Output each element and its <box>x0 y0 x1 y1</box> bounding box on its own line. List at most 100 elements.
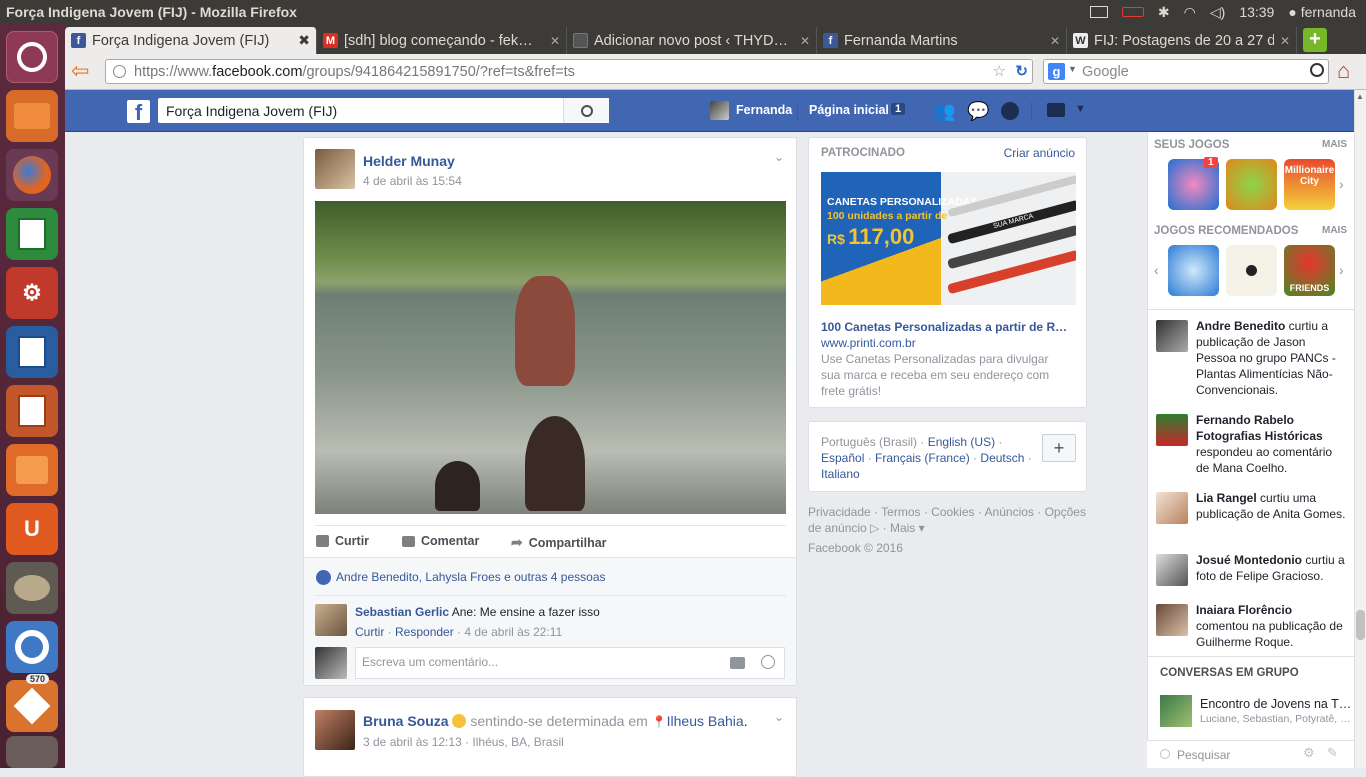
firefox-icon[interactable] <box>6 149 58 201</box>
ad-image[interactable]: CANETAS PERSONALIZADAS 100 unidades a pa… <box>821 172 1076 305</box>
calc-icon[interactable] <box>6 208 58 260</box>
my-games-more[interactable]: MAIS <box>1322 139 1347 150</box>
clock-game-icon[interactable] <box>1226 245 1277 296</box>
ad-title[interactable]: 100 Canetas Personalizadas a partir de R… <box>821 320 1067 334</box>
ad-site[interactable]: www.printi.com.br <box>821 336 916 350</box>
green-monster-game-icon[interactable] <box>1226 159 1277 210</box>
games-next-chevron-right-icon[interactable]: › <box>1339 262 1344 278</box>
search-icon[interactable] <box>1310 63 1324 77</box>
post-options-chevron-down-icon[interactable]: ⌄ <box>774 150 784 164</box>
share-button[interactable]: ➦ Compartilhar <box>511 534 607 551</box>
close-tab-icon[interactable]: ✖ <box>298 32 310 49</box>
group-chat-item[interactable]: Encontro de Jovens na T… Luciane, Sebast… <box>1160 695 1351 727</box>
friend-requests-icon[interactable]: 👥 <box>933 101 957 121</box>
software-center-icon[interactable] <box>6 444 58 496</box>
activity-item[interactable]: Josué Montedonio curtiu a foto de Felipe… <box>1156 552 1346 586</box>
wifi-icon[interactable]: ◠ <box>1184 4 1196 21</box>
create-ad-link[interactable]: Criar anúncio <box>1004 146 1075 160</box>
volume-icon[interactable]: ◁) <box>1210 4 1225 21</box>
gimp-icon[interactable] <box>6 562 58 614</box>
footer-more[interactable]: Mais <box>890 521 915 535</box>
post-location[interactable]: Ilheus Bahia <box>667 713 744 729</box>
user-menu[interactable]: ● fernanda <box>1288 4 1356 20</box>
close-tab-icon[interactable]: ✕ <box>1280 34 1290 48</box>
chromium-icon[interactable] <box>6 621 58 673</box>
facebook-logo-icon[interactable]: f <box>127 100 150 123</box>
facebook-search-input[interactable]: Força Indigena Jovem (FIJ) <box>158 98 609 123</box>
author-avatar[interactable] <box>315 710 355 750</box>
battery-icon[interactable] <box>1121 7 1144 17</box>
commenter-avatar[interactable] <box>315 604 347 636</box>
home-link[interactable]: Página inicial <box>809 103 889 117</box>
messages-icon[interactable]: 💬 <box>967 101 991 121</box>
bluetooth-icon[interactable]: ✱ <box>1158 4 1170 21</box>
writer-icon[interactable] <box>6 326 58 378</box>
ubuntu-one-icon[interactable]: U <box>6 503 58 555</box>
mail-icon[interactable] <box>1089 6 1108 18</box>
camera-icon[interactable] <box>730 657 745 669</box>
update-manager-icon[interactable] <box>6 680 58 732</box>
comment-input[interactable]: Escreva um comentário... <box>355 647 785 679</box>
comment-button[interactable]: Comentar <box>402 534 479 548</box>
activity-item[interactable]: Lia Rangel curtiu uma publicação de Anit… <box>1156 490 1346 524</box>
new-tab-button[interactable]: + <box>1303 28 1327 52</box>
settings-icon[interactable]: ⚙ <box>6 267 58 319</box>
post-photo[interactable] <box>315 201 786 514</box>
privacy-shortcuts-icon[interactable] <box>1047 103 1065 117</box>
facebook-search-button[interactable] <box>563 98 609 123</box>
close-tab-icon[interactable]: ✕ <box>550 34 560 48</box>
web-search-box[interactable]: g ▼ Google <box>1043 59 1329 84</box>
language-italian[interactable]: Italiano <box>821 467 860 481</box>
activity-item[interactable]: Andre Benedito curtiu a publicação de Ja… <box>1156 318 1346 398</box>
close-tab-icon[interactable]: ✕ <box>1050 34 1060 48</box>
files-icon[interactable] <box>6 90 58 142</box>
angry-birds-friends-icon[interactable]: FRIENDS <box>1284 245 1335 296</box>
trash-icon[interactable] <box>6 736 58 768</box>
add-language-button[interactable]: + <box>1042 434 1076 462</box>
impress-icon[interactable] <box>6 385 58 437</box>
activity-item[interactable]: Fernando Rabelo Fotografias Históricas r… <box>1156 412 1346 476</box>
comment-reply-link[interactable]: Responder <box>395 625 454 639</box>
language-german[interactable]: Deutsch <box>980 451 1024 465</box>
scroll-up-arrow-icon[interactable]: ▲ <box>1356 92 1364 101</box>
language-english[interactable]: English (US) <box>928 435 995 449</box>
tab-wordpress[interactable]: Adicionar novo post ‹ THYD… ✕ <box>567 27 817 54</box>
post-time[interactable]: 4 de abril às 15:54 <box>363 174 462 188</box>
like-button[interactable]: Curtir <box>316 534 369 548</box>
tab-fernanda-martins[interactable]: f Fernanda Martins ✕ <box>817 27 1067 54</box>
profile-link[interactable]: Fernanda <box>736 103 792 117</box>
recommended-games-more[interactable]: MAIS <box>1322 225 1347 236</box>
likes-summary[interactable]: Andre Benedito, Lahysla Froes e outras 4… <box>336 570 606 584</box>
profile-avatar[interactable] <box>710 101 729 120</box>
post-author[interactable]: Bruna Souza <box>363 713 449 729</box>
tab-fij-postagens[interactable]: W FIJ: Postagens de 20 a 27 de… ✕ <box>1067 27 1297 54</box>
bookmark-star-icon[interactable]: ☆ <box>993 62 1006 80</box>
comment-time[interactable]: 4 de abril às 22:11 <box>464 625 562 639</box>
language-french[interactable]: Français (France) <box>875 451 970 465</box>
tab-gmail[interactable]: M [sdh] blog começando - fek… ✕ <box>317 27 567 54</box>
home-icon[interactable]: ⌂ <box>1337 60 1361 84</box>
clock[interactable]: 13:39 <box>1239 4 1274 20</box>
post-time[interactable]: 3 de abril às 12:13 · Ilhéus, BA, Brasil <box>363 735 564 749</box>
reload-icon[interactable]: ↻ <box>1015 62 1028 80</box>
account-menu-chevron-down-icon[interactable]: ▼ <box>1075 103 1086 115</box>
comment-like-link[interactable]: Curtir <box>355 625 384 639</box>
comment-author[interactable]: Sebastian Gerlic <box>355 605 449 619</box>
chat-settings-gear-icon[interactable]: ⚙ <box>1303 745 1315 761</box>
close-tab-icon[interactable]: ✕ <box>800 34 810 48</box>
notifications-icon[interactable] <box>1001 102 1019 120</box>
emoji-icon[interactable] <box>761 655 775 669</box>
tab-forca-indigena[interactable]: f Força Indigena Jovem (FIJ) ✖ <box>65 27 317 54</box>
chat-search-input[interactable]: Pesquisar <box>1177 748 1230 762</box>
language-spanish[interactable]: Español <box>821 451 864 465</box>
games-next-chevron-right-icon[interactable]: › <box>1339 176 1344 192</box>
new-message-icon[interactable]: ✎ <box>1327 745 1338 761</box>
scrollbar-thumb[interactable] <box>1356 610 1365 640</box>
footer-privacy[interactable]: Privacidade <box>808 505 871 519</box>
footer-ads[interactable]: Anúncios <box>985 505 1034 519</box>
page-scrollbar[interactable]: ▲ <box>1354 90 1366 768</box>
dash-icon[interactable] <box>6 31 58 83</box>
back-button[interactable]: ⇦ <box>71 60 97 84</box>
millionaire-city-icon[interactable]: Millionaire City <box>1284 159 1335 210</box>
activity-item[interactable]: Inaiara Florêncio comentou na publicação… <box>1156 602 1346 650</box>
